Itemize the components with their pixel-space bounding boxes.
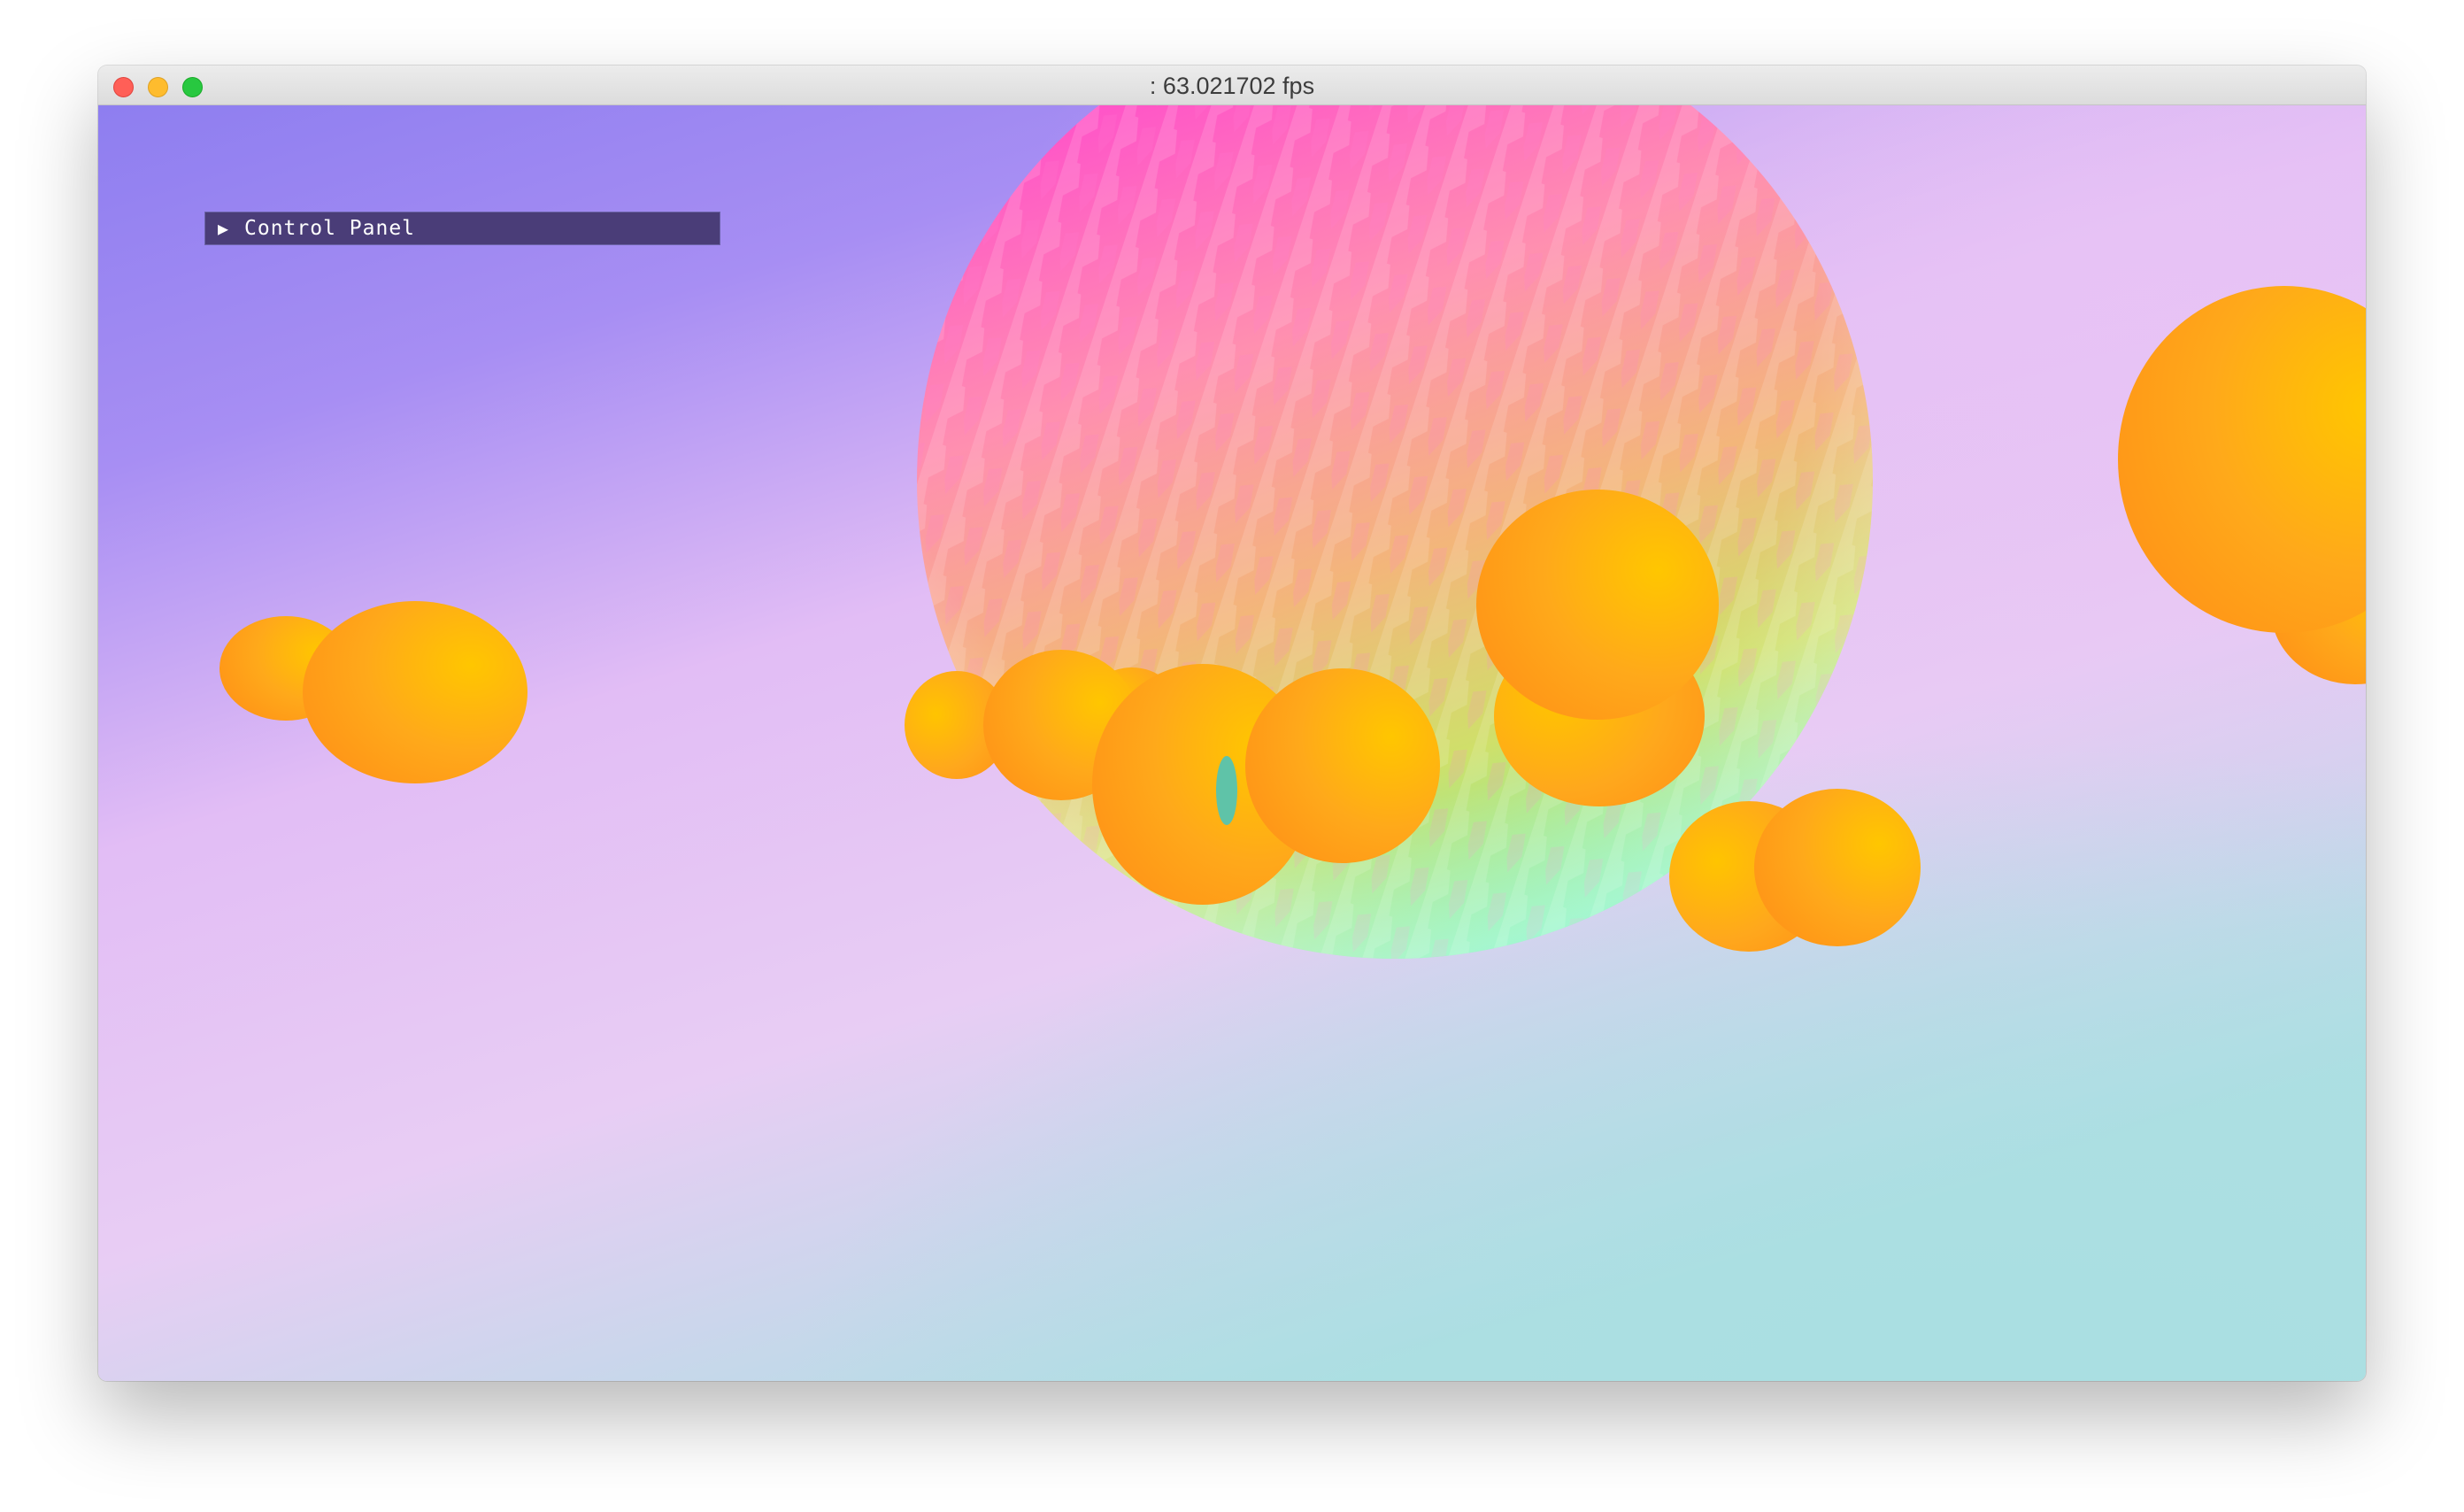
orange-sphere (303, 601, 527, 783)
orange-sphere (1754, 789, 1921, 946)
render-canvas[interactable]: ▶ Control Panel (98, 105, 2366, 1381)
control-panel-label: Control Panel (244, 217, 416, 240)
triangle-right-icon: ▶ (218, 218, 229, 239)
app-window: : 63.021702 fps ▶ Control Panel (98, 66, 2366, 1381)
orange-sphere (1476, 490, 1719, 720)
control-panel-header[interactable]: ▶ Control Panel (204, 212, 720, 245)
window-title: : 63.021702 fps (1149, 73, 1315, 99)
teal-disc (1216, 756, 1237, 825)
orange-sphere (1245, 668, 1440, 863)
title-bar[interactable]: : 63.021702 fps (98, 66, 2366, 105)
